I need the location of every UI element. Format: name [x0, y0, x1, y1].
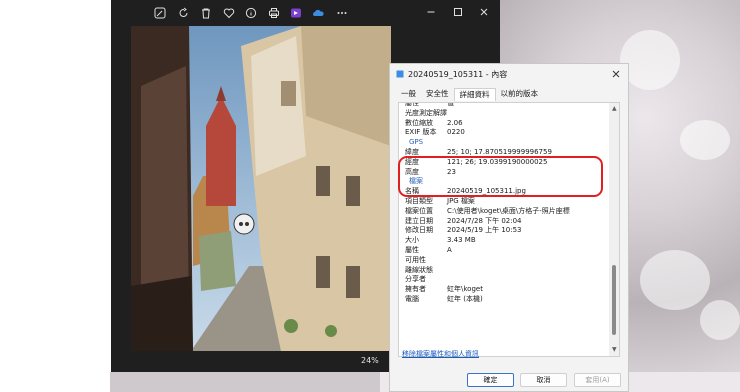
row-value: C:\使用者\koget\桌面\方格子-照片座標 [447, 206, 570, 215]
close-icon[interactable] [475, 3, 493, 21]
maximize-icon[interactable] [449, 3, 467, 21]
table-row[interactable]: 修改日期 2024/5/19 上午 10:53 [399, 226, 609, 236]
table-row[interactable]: 項目類型 JPG 檔案 [399, 197, 609, 207]
zoom-level: 24% [361, 356, 379, 365]
row-value: 3.43 MB [447, 236, 476, 245]
details-scrollbar[interactable]: ▲ ▼ [609, 103, 619, 356]
minimize-icon[interactable] [422, 3, 440, 21]
row-key: 大小 [405, 236, 419, 245]
table-row[interactable]: EXIF 版本 0220 [399, 128, 609, 138]
row-key: 檔案位置 [405, 206, 433, 215]
info-icon[interactable] [240, 2, 262, 24]
scroll-down-icon[interactable]: ▼ [612, 346, 617, 353]
table-row[interactable]: 大小 3.43 MB [399, 236, 609, 246]
cancel-button[interactable]: 取消 [520, 373, 567, 387]
table-row[interactable]: 檔案位置 C:\使用者\koget\桌面\方格子-照片座標 [399, 207, 609, 217]
dialog-title: 20240519_105311 - 內容 [408, 70, 508, 79]
onedrive-icon[interactable] [307, 2, 329, 24]
table-row[interactable]: 可用性 [399, 256, 609, 266]
tab-general[interactable]: 一般 [396, 88, 421, 101]
row-key: 可用性 [405, 255, 426, 264]
row-value: 2024/7/28 下午 02:04 [447, 216, 522, 225]
edit-icon[interactable] [149, 2, 171, 24]
list-header-row: 屬性 值 [399, 103, 609, 109]
taskbar-strip [0, 372, 740, 392]
header-property[interactable]: 屬性 [399, 103, 447, 109]
table-row[interactable]: 分享者 [399, 275, 609, 285]
row-key: 光度測定解譯 [405, 108, 447, 117]
row-value: 0220 [447, 128, 465, 137]
row-key: 項目類型 [405, 196, 433, 205]
tab-security[interactable]: 安全性 [421, 88, 454, 101]
table-row[interactable]: 屬性 A [399, 246, 609, 256]
row-key: 擁有者 [405, 285, 426, 294]
tab-previous-versions[interactable]: 以前的版本 [496, 88, 544, 101]
table-row[interactable]: 數位縮放 2.06 [399, 119, 609, 129]
photos-toolbar [111, 0, 500, 26]
dialog-close-icon[interactable] [610, 68, 622, 80]
row-value: A [447, 245, 452, 254]
row-key: 屬性 [405, 245, 419, 254]
properties-dialog: 20240519_105311 - 內容 一般 安全性 詳細資料 以前的版本 屬… [389, 63, 629, 392]
table-row[interactable]: 光度測定解譯 [399, 109, 609, 119]
ok-button[interactable]: 確定 [467, 373, 514, 387]
row-value: 虹年 (本機) [447, 294, 483, 303]
section-label: GPS [409, 138, 424, 147]
tab-details[interactable]: 詳細資料 [453, 88, 496, 101]
header-value[interactable]: 值 [447, 103, 454, 109]
apply-button[interactable]: 套用(A) [574, 373, 621, 387]
dialog-title-bar: 20240519_105311 - 內容 [390, 64, 628, 84]
row-value: 2024/5/19 上午 10:53 [447, 226, 522, 235]
row-key: EXIF 版本 [405, 128, 437, 137]
gps-highlight-annotation [398, 156, 603, 197]
remove-properties-link[interactable]: 移除檔案屬性和個人資訊 [402, 349, 479, 359]
row-key: 建立日期 [405, 216, 433, 225]
row-value: 2.06 [447, 118, 463, 127]
section-header-gps: GPS [399, 138, 609, 148]
table-row[interactable]: 擁有者 虹年\koget [399, 285, 609, 295]
row-key: 離線狀態 [405, 265, 433, 274]
scroll-up-icon[interactable]: ▲ [612, 105, 617, 112]
favorite-icon[interactable] [218, 2, 240, 24]
row-key: 修改日期 [405, 226, 433, 235]
details-list: 屬性 值 光度測定解譯 數位縮放 2.06 EXIF 版本 0220 GPS 緯度 2… [398, 102, 620, 357]
row-value: JPG 檔案 [447, 196, 475, 205]
table-row[interactable]: 電腦 虹年 (本機) [399, 295, 609, 305]
row-key: 分享者 [405, 275, 426, 284]
details-rows: 屬性 值 光度測定解譯 數位縮放 2.06 EXIF 版本 0220 GPS 緯度 2… [399, 103, 609, 305]
scrollbar-thumb[interactable] [612, 265, 616, 335]
table-row[interactable]: 離線狀態 [399, 266, 609, 276]
row-key: 電腦 [405, 294, 419, 303]
rotate-icon[interactable] [173, 2, 195, 24]
delete-icon[interactable] [195, 2, 217, 24]
more-icon[interactable] [331, 2, 353, 24]
photo-image [131, 26, 391, 351]
print-icon[interactable] [263, 2, 285, 24]
file-icon [396, 70, 404, 78]
row-key: 數位縮放 [405, 118, 433, 127]
clipchamp-icon[interactable] [285, 2, 307, 24]
row-value: 虹年\koget [447, 285, 483, 294]
table-row[interactable]: 建立日期 2024/7/28 下午 02:04 [399, 217, 609, 227]
dialog-tabs: 一般 安全性 詳細資料 以前的版本 [396, 88, 543, 101]
